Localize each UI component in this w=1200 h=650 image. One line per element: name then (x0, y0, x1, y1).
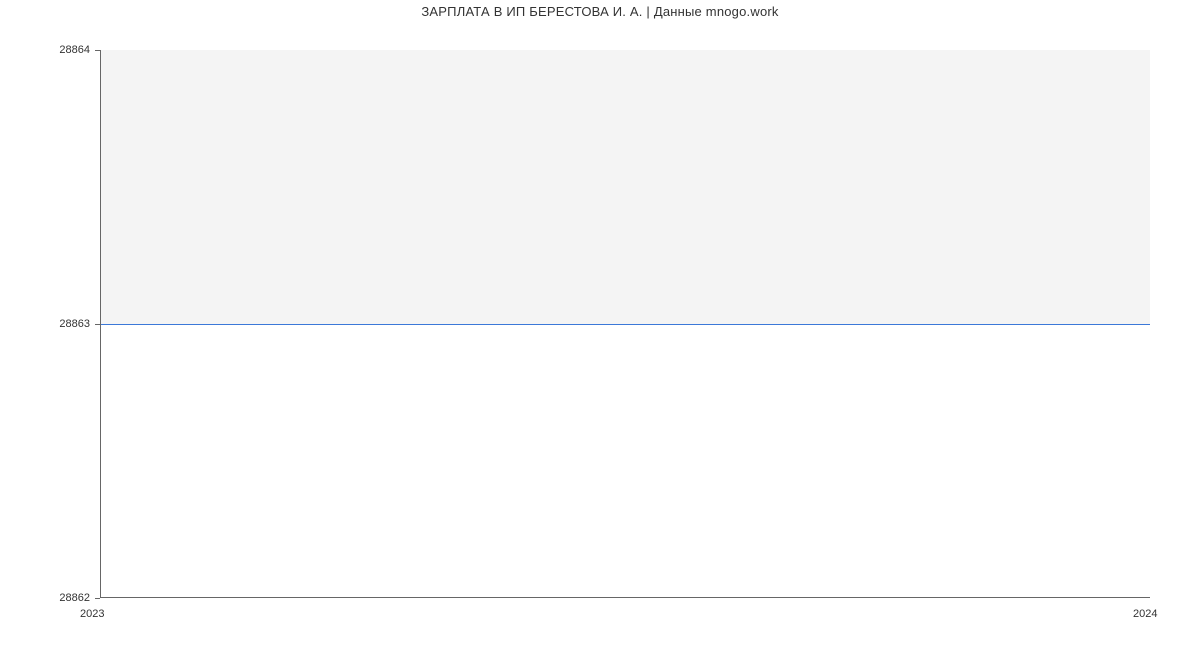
salary-chart: ЗАРПЛАТА В ИП БЕРЕСТОВА И. А. | Данные m… (0, 0, 1200, 650)
ytick-label: 28863 (0, 318, 90, 330)
ytick-label: 28862 (0, 592, 90, 604)
plot-area (100, 50, 1150, 598)
ytick-mark (95, 324, 100, 325)
series-line (101, 324, 1150, 325)
series-fill (101, 50, 1150, 324)
ytick-label: 28864 (0, 44, 90, 56)
ytick-mark (95, 50, 100, 51)
chart-title: ЗАРПЛАТА В ИП БЕРЕСТОВА И. А. | Данные m… (0, 4, 1200, 19)
ytick-mark (95, 598, 100, 599)
xtick-label: 2024 (1133, 608, 1157, 620)
xtick-label: 2023 (80, 608, 104, 620)
